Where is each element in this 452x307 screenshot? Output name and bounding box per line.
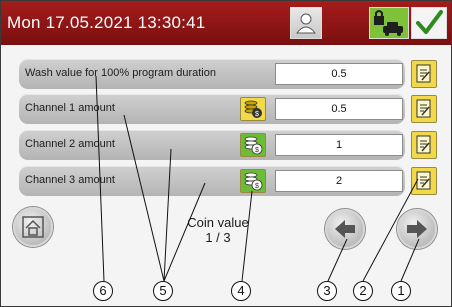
arrow-left-icon [335,220,355,238]
edit-icon [416,64,431,83]
coin-stack-icon: $ [244,136,263,155]
callout-2: 2 [353,281,373,301]
edit-icon [416,171,431,190]
user-icon [295,13,317,34]
header-bar: Mon 17.05.2021 13:30:41 [1,1,451,45]
lock-car-icon [374,10,403,36]
home-button[interactable] [13,207,53,247]
channel-3-value-field[interactable]: 2 [275,170,403,192]
edit-channel-3-button[interactable] [411,167,437,195]
row-channel-2: Channel 2 amount $ 1 [19,130,442,160]
callout-1: 1 [391,281,411,301]
page-indicator: 1 / 3 [205,230,231,245]
callout-6: 6 [93,281,113,301]
channel-1-value-field[interactable]: 0.5 [275,98,403,120]
edit-wash-value-button[interactable] [411,60,437,88]
home-icon [22,216,44,238]
next-page-button[interactable] [397,209,437,249]
previous-page-button[interactable] [325,209,365,249]
arrow-right-icon [407,220,427,238]
page-info: Coin value 1 / 3 [173,215,263,245]
wash-value-label: Wash value for 100% program duration [25,67,216,79]
channel-1-label: Channel 1 amount [25,102,115,114]
confirm-button[interactable] [411,7,447,39]
callout-5: 5 [153,281,173,301]
edit-icon [416,135,431,154]
callout-3: 3 [317,281,337,301]
coin-stack-icon: $ [244,172,263,191]
channel-1-coin-button[interactable]: $ [240,97,266,121]
svg-text:$: $ [255,147,259,154]
row-channel-1: Channel 1 amount $ 0.5 [19,94,442,124]
channel-2-coin-button[interactable]: $ [240,133,266,157]
user-button[interactable] [290,7,322,39]
channel-3-label: Channel 3 amount [25,174,115,186]
row-channel-3: Channel 3 amount $ 2 [19,166,442,196]
svg-text:$: $ [255,111,259,118]
channel-2-value-field[interactable]: 1 [275,134,403,156]
channel-2-label: Channel 2 amount [25,138,115,150]
wash-value-field[interactable]: 0.5 [275,63,403,85]
coin-stack-icon: $ [244,100,262,118]
channel-3-coin-button[interactable]: $ [240,169,266,193]
check-icon [416,10,443,34]
screen-frame: Mon 17.05.2021 13:30:41 Wash value for 1… [0,0,452,307]
edit-channel-2-button[interactable] [411,131,437,159]
callout-4: 4 [231,281,251,301]
row-wash-value: Wash value for 100% program duration 0.5 [19,59,442,89]
edit-channel-1-button[interactable] [411,95,437,123]
datetime-display: Mon 17.05.2021 13:30:41 [7,13,206,32]
lock-vehicle-button[interactable] [369,7,409,39]
svg-text:$: $ [255,183,259,190]
coin-value-caption: Coin value [187,215,249,230]
edit-icon [416,99,431,118]
